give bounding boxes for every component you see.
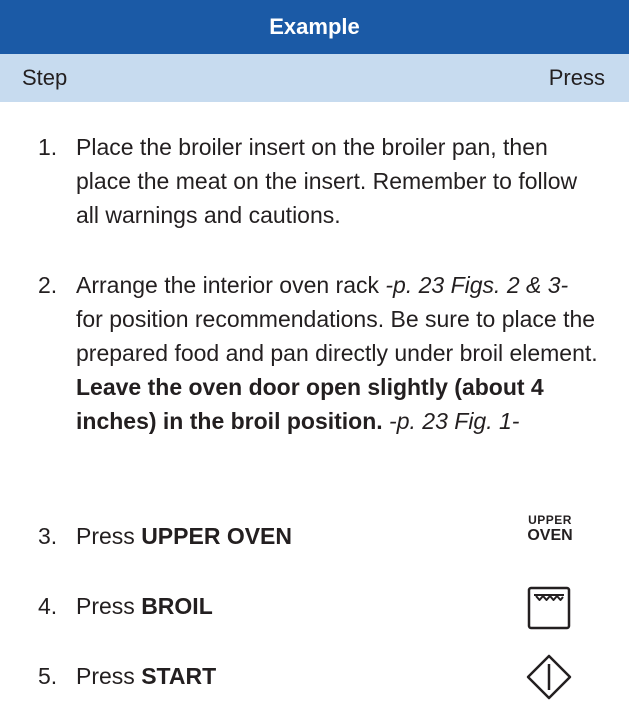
upper-oven-key-label-bottom: OVEN — [527, 527, 573, 544]
step-2-text: Arrange the interior oven rack -p. 23 Fi… — [76, 268, 598, 438]
step-4-number: 4. — [38, 593, 58, 619]
upper-oven-key-icon: UPPER OVEN — [520, 512, 580, 544]
step-2-figure-ref: -p. 23 Figs. 2 & 3- — [385, 272, 569, 298]
step-2-text-b: for position recommendations. Be sure to… — [76, 306, 598, 366]
step-2-figure-ref-2: -p. 23 Fig. 1- — [382, 408, 520, 434]
upper-oven-key-label-top: UPPER — [528, 513, 572, 527]
step-2: 2. Arrange the interior oven rack -p. 23… — [38, 268, 598, 438]
step-3-number: 3. — [38, 523, 58, 549]
column-header-row: Step Press — [0, 54, 629, 102]
step-3-text: Press UPPER OVEN — [76, 519, 292, 553]
step-5-prefix: Press — [76, 663, 142, 689]
column-step-label: Step — [22, 65, 68, 90]
step-5: 5. Press START — [38, 659, 216, 693]
step-1-number: 1. — [38, 134, 58, 160]
broil-icon — [527, 586, 571, 630]
step-3-key: UPPER OVEN — [141, 523, 293, 549]
step-5-number: 5. — [38, 663, 58, 689]
start-icon — [526, 654, 572, 700]
step-5-text: Press START — [76, 659, 216, 693]
step-2-number: 2. — [38, 272, 58, 298]
step-5-key: START — [141, 663, 217, 689]
step-2-text-a: Arrange the interior oven rack — [76, 272, 386, 298]
column-press-label: Press — [548, 65, 605, 90]
step-4: 4. Press BROIL — [38, 589, 213, 623]
step-3-prefix: Press — [76, 523, 142, 549]
step-4-prefix: Press — [76, 593, 142, 619]
header-title: Example — [269, 14, 360, 39]
step-1-text: Place the broiler insert on the broiler … — [76, 134, 578, 228]
step-4-text: Press BROIL — [76, 589, 213, 623]
step-4-key: BROIL — [141, 593, 213, 619]
step-1: 1. Place the broiler insert on the broil… — [38, 130, 598, 232]
example-header: Example — [0, 0, 629, 54]
step-3: 3. Press UPPER OVEN — [38, 519, 292, 553]
